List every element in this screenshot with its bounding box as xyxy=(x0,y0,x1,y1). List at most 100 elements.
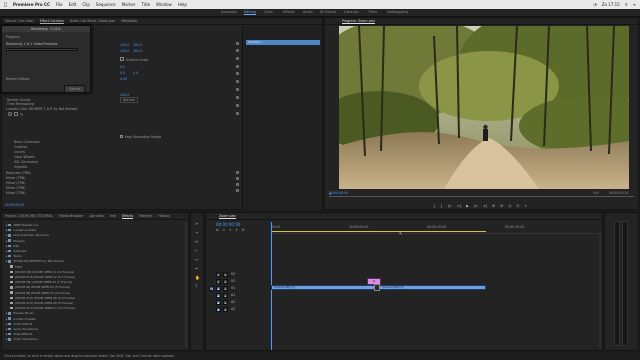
marker-icon[interactable]: ▾ xyxy=(236,228,238,232)
reset-icon[interactable] xyxy=(236,65,239,68)
effects-folder[interactable]: ▸ PiPs xyxy=(6,244,19,248)
reset-icon[interactable] xyxy=(236,42,239,45)
menu-sequence[interactable]: Sequence xyxy=(96,2,116,7)
effects-preset[interactable]: [ZOOM OUT] ZOOM OPEN 06 (13 Frames) xyxy=(10,296,75,300)
effects-folder[interactable]: ▸ Video Effects xyxy=(6,332,32,336)
effects-preset[interactable]: [ZOOM OUT] ZOOM OPEN 08 (5 Frames) xyxy=(10,301,73,305)
high-range-checkbox[interactable] xyxy=(120,135,123,138)
effects-folder[interactable]: ▸ Lumetri Presets xyxy=(6,317,36,321)
track-sync-a3[interactable]: ▪ xyxy=(223,307,228,312)
ripple-edit-icon[interactable]: ⇹ xyxy=(195,239,198,244)
mask-ellipse-icon[interactable] xyxy=(8,112,12,116)
uniform-scale-checkbox[interactable] xyxy=(120,57,124,61)
workspace-metalogging[interactable]: Metalogging xyxy=(387,10,408,14)
tab-metadata[interactable]: Metadata xyxy=(121,19,137,23)
source-patch-v1[interactable]: V1 xyxy=(209,286,214,291)
effect-controls-timeline[interactable]: Transition xyxy=(242,26,322,210)
effect-clip-bar[interactable]: Transition xyxy=(246,40,320,45)
mirror-2-label[interactable]: Mirror (TRN) xyxy=(6,181,25,185)
reset-icon[interactable] xyxy=(236,189,239,192)
track-sync-v1[interactable]: ▪ xyxy=(223,286,228,291)
reset-icon[interactable] xyxy=(236,80,239,83)
workspace-audio[interactable]: Audio xyxy=(303,10,313,14)
snap-icon[interactable]: ∩ xyxy=(222,228,224,232)
tab-effects[interactable]: Effects xyxy=(122,214,134,219)
mirror-1-label[interactable]: Mirror (TRN) xyxy=(6,176,25,180)
reset-icon[interactable] xyxy=(236,57,239,60)
tab-info[interactable]: Info xyxy=(110,214,116,218)
effects-preset[interactable]: [ZOOM IN] ZOOM OPEN 03 (5 Frames) xyxy=(10,285,70,289)
wifi-icon[interactable]: ◔ xyxy=(593,2,597,7)
mask-pen-icon[interactable]: ✎ xyxy=(20,112,23,117)
effects-folder[interactable]: ▸ Solarizes xyxy=(6,249,26,253)
mirror-3-label[interactable]: Mirror (TRN) xyxy=(6,186,25,190)
track-lock-v1[interactable]: ▪ xyxy=(216,286,221,291)
camera-icon[interactable]: ◎ xyxy=(508,204,511,210)
timeline-timecode[interactable]: 00:00:00:00 xyxy=(216,222,240,227)
menu-marker[interactable]: Marker xyxy=(122,2,136,7)
apple-icon[interactable]:  xyxy=(4,2,7,8)
vignette-label[interactable]: Vignette xyxy=(14,165,27,169)
tab-markers[interactable]: Markers xyxy=(139,214,152,218)
extract-icon[interactable]: ⊟ xyxy=(500,204,503,210)
effects-folder[interactable]: ▸ ZOOM (IN) PRESETS by Bat Ahmed xyxy=(6,259,64,263)
playhead-marker-icon[interactable]: ▼ xyxy=(329,192,331,196)
clip-v1-a[interactable]: Tumultu.MP4 [V] xyxy=(271,285,375,290)
step-back-icon[interactable]: <| xyxy=(457,204,461,210)
value-scale-width[interactable]: 100.0 xyxy=(133,49,142,53)
reset-icon[interactable] xyxy=(236,177,239,180)
value-scale[interactable]: 100.0 xyxy=(120,49,129,53)
workspace-all-panels[interactable]: All Panels xyxy=(320,10,336,14)
reset-icon[interactable] xyxy=(236,112,239,115)
menu-clip[interactable]: Clip xyxy=(82,2,90,7)
tab-libraries[interactable]: Libraries xyxy=(90,214,104,218)
workspace-titles[interactable]: Titles xyxy=(368,10,377,14)
color-wheels-label[interactable]: Color Wheels xyxy=(14,155,35,159)
curves-label[interactable]: Curves xyxy=(14,150,25,154)
reset-icon[interactable] xyxy=(236,49,239,52)
track-lock-v3[interactable]: ▪ xyxy=(216,272,221,277)
basic-correction-label[interactable]: Basic Correction xyxy=(14,140,40,144)
edit-point[interactable] xyxy=(374,284,380,291)
effects-folder[interactable]: ▸ Audio Effects xyxy=(6,322,32,326)
effects-folder[interactable]: ▸ Mosaics xyxy=(6,239,25,243)
dialog-title[interactable]: Rendering - 0.21% xyxy=(2,26,90,32)
slip-tool-icon[interactable]: ↔ xyxy=(195,257,198,262)
menu-title[interactable]: Title xyxy=(141,2,150,7)
nest-icon[interactable]: ⧉ xyxy=(216,228,218,232)
program-timecode[interactable]: 00:00:00:00 xyxy=(329,191,348,195)
effect-controls-timecode[interactable]: 00:00:00:00 xyxy=(5,203,24,207)
track-lock-a1[interactable]: ▪ xyxy=(216,293,221,298)
clip-v1-b[interactable]: Tumultu.MP4 [V] xyxy=(379,285,486,290)
blend-mode-select[interactable]: Normal xyxy=(120,97,138,103)
project-scrollbar[interactable] xyxy=(185,222,188,348)
effects-folder[interactable]: ▸ Video Transitions xyxy=(6,337,38,341)
reset-icon[interactable] xyxy=(236,183,239,186)
menu-edit[interactable]: Edit xyxy=(69,2,77,7)
time-ruler[interactable]: 00:00 00:00:05:00 00:00:10:00 00:00:15:0… xyxy=(271,222,599,234)
tab-history[interactable]: History xyxy=(158,214,170,218)
tab-effect-controls[interactable]: Effect Controls xyxy=(39,19,64,24)
search-icon[interactable]: ⚲ xyxy=(625,2,628,7)
tab-program[interactable]: Program: Zoom pan xyxy=(342,19,375,24)
cancel-button[interactable]: Cancel xyxy=(64,85,85,93)
program-scrub-bar[interactable] xyxy=(329,196,634,197)
reset-icon[interactable] xyxy=(236,171,239,174)
lumetri-color-label[interactable]: Lumetri Color (ROBERT 1 LUT by Bat Ahmed… xyxy=(6,107,78,111)
mark-out-icon[interactable]: } xyxy=(440,204,442,210)
track-sync-v3[interactable]: ▪ xyxy=(223,272,228,277)
reset-icon[interactable] xyxy=(236,72,239,75)
app-name[interactable]: Premiere Pro CC xyxy=(13,2,50,7)
reset-icon[interactable] xyxy=(236,96,239,99)
video-frame[interactable] xyxy=(339,26,629,189)
workspace-color[interactable]: Color xyxy=(264,10,273,14)
track-sync-a2[interactable]: ▪ xyxy=(223,300,228,305)
track-sync-a1[interactable]: ▪ xyxy=(223,293,228,298)
effects-preset[interactable]: [ZOOM (IN)] ZOOM OPEN 04 (7 Frames) xyxy=(10,280,72,284)
effects-preset[interactable]: [ZOOM IN] ZOOM OPEN 05 (9 Frames) xyxy=(10,291,70,295)
effects-folder[interactable]: ▸ Lumetri presets xyxy=(6,228,36,232)
add-button-icon[interactable]: + xyxy=(524,204,527,210)
selection-tool-icon[interactable]: ➤ xyxy=(195,221,198,226)
list-icon[interactable]: ≡ xyxy=(633,2,636,7)
clock[interactable]: Zo 17:15 xyxy=(602,2,620,7)
